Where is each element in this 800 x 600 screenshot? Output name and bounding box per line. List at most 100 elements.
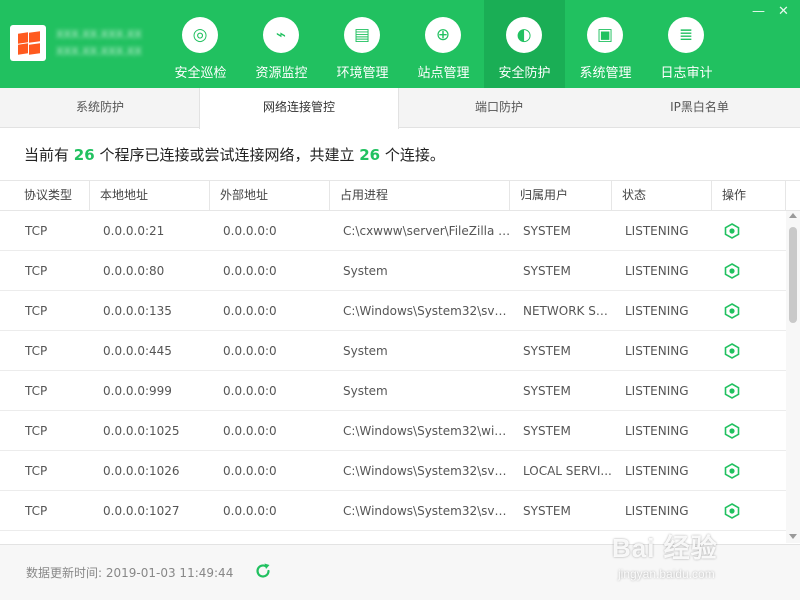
nav-item-label: 站点管理 <box>417 66 470 81</box>
update-time-label: 数据更新时间: <box>26 566 103 580</box>
cell-state: LISTENING <box>625 464 689 478</box>
cell-process: System <box>343 264 388 278</box>
nav-item-label: 日志审计 <box>660 66 713 81</box>
system-monitor-icon: ▣ <box>587 17 623 53</box>
column-header-state[interactable]: 状态 <box>612 181 712 211</box>
nav-item-label: 安全防护 <box>498 66 551 81</box>
cell-process: System <box>343 384 388 398</box>
connection-count: 26 <box>359 146 381 164</box>
nav-item-radar-scan[interactable]: ◎ 安全巡检 <box>160 0 241 88</box>
tab-network-connection-control[interactable]: 网络连接管控 <box>199 88 399 129</box>
nav-item-shield[interactable]: ◐ 安全防护 <box>484 0 565 88</box>
cell-local-address: 0.0.0.0:445 <box>103 344 172 358</box>
cell-remote-address: 0.0.0.0:0 <box>223 384 277 398</box>
cell-user: LOCAL SERVI... <box>523 464 612 478</box>
minimize-button[interactable]: — <box>752 4 765 19</box>
cell-local-address: 0.0.0.0:135 <box>103 304 172 318</box>
summary-middle: 个程序已连接或尝试连接网络，共建立 <box>99 146 355 164</box>
radar-scan-icon: ◎ <box>182 17 218 53</box>
table-row[interactable]: TCP 0.0.0.0:80 0.0.0.0:0 System SYSTEM LISTEN… <box>0 251 786 291</box>
tab-system-protection[interactable]: 系统防护 <box>0 88 200 128</box>
table-row[interactable]: TCP 0.0.0.0:135 0.0.0.0:0 C:\Windows\System… <box>0 291 786 331</box>
cell-protocol: TCP <box>25 464 48 478</box>
shield-icon: ◐ <box>506 17 542 53</box>
column-header-local-address[interactable]: 本地地址 <box>90 181 210 211</box>
globe-icon: ⊕ <box>425 17 461 53</box>
cell-process: C:\cxwww\server\FileZilla S... <box>343 224 511 238</box>
update-time-value: 2019-01-03 11:49:44 <box>105 566 234 580</box>
cell-process: System <box>343 344 388 358</box>
main-nav: ◎ 安全巡检 ⌁ 资源监控 ▤ 环境管理 ⊕ 站点管理 ◐ 安全防护 ▣ 系统管理 ≣ 日志审计 <box>160 0 727 88</box>
settings-hexagon-icon[interactable] <box>724 503 740 519</box>
summary-prefix: 当前有 <box>24 146 70 164</box>
program-count: 26 <box>73 146 95 164</box>
cell-process: C:\Windows\System32\wini... <box>343 424 511 438</box>
nav-item-label: 资源监控 <box>255 66 308 81</box>
settings-hexagon-icon[interactable] <box>724 223 740 239</box>
column-header-process[interactable]: 占用进程 <box>330 181 510 211</box>
cell-process: C:\Windows\System32\svch... <box>343 464 511 478</box>
cell-user: SYSTEM <box>523 264 571 278</box>
cell-protocol: TCP <box>25 304 48 318</box>
cell-remote-address: 0.0.0.0:0 <box>223 344 277 358</box>
nav-item-server-stack[interactable]: ▤ 环境管理 <box>322 0 403 88</box>
table-row[interactable]: TCP 0.0.0.0:445 0.0.0.0:0 System SYSTEM LISTE… <box>0 331 786 371</box>
cell-user: SYSTEM <box>523 224 571 238</box>
scroll-down-arrow-icon[interactable] <box>789 534 797 539</box>
cell-local-address: 0.0.0.0:1027 <box>103 504 180 518</box>
scroll-thumb[interactable] <box>789 227 797 323</box>
column-header-protocol[interactable]: 协议类型 <box>14 181 90 211</box>
settings-hexagon-icon[interactable] <box>724 463 740 479</box>
tab-bar: 系统防护 网络连接管控 端口防护 IP黑白名单 <box>0 88 800 129</box>
table-row[interactable]: TCP 0.0.0.0:1026 0.0.0.0:0 C:\Windows\Syste… <box>0 451 786 491</box>
cell-process: C:\Windows\System32\svch... <box>343 504 511 518</box>
nav-item-label: 安全巡检 <box>174 66 227 81</box>
tab-ip-blacklist-whitelist[interactable]: IP黑白名单 <box>599 88 800 128</box>
summary-suffix: 个连接。 <box>384 146 445 164</box>
settings-hexagon-icon[interactable] <box>724 343 740 359</box>
top-header: XXX.XX.XXX.XX XXX.XX.XXX.XX ◎ 安全巡检 ⌁ 资源监控 ▤ 环… <box>0 0 800 88</box>
cell-local-address: 0.0.0.0:21 <box>103 224 165 238</box>
cell-local-address: 0.0.0.0:999 <box>103 384 172 398</box>
nav-item-document[interactable]: ≣ 日志审计 <box>646 0 727 88</box>
watermark-line-1: Bai 经验 <box>612 533 718 563</box>
table-header: 协议类型 本地地址 外部地址 占用进程 归属用户 状态 操作 <box>0 180 800 211</box>
cell-protocol: TCP <box>25 264 48 278</box>
table-row[interactable]: TCP 0.0.0.0:1027 0.0.0.0:0 C:\Windows\Syste… <box>0 491 786 531</box>
cell-protocol: TCP <box>25 504 48 518</box>
baidu-jingyan-watermark: Bai 经验 jingyan.baidu.com <box>612 528 718 581</box>
server-info-line: XXX.XX.XXX.XX <box>56 45 142 58</box>
nav-item-globe[interactable]: ⊕ 站点管理 <box>403 0 484 88</box>
connection-summary: 当前有 26 个程序已连接或尝试连接网络，共建立 26 个连接。 <box>24 144 445 165</box>
table-row[interactable]: TCP 0.0.0.0:1025 0.0.0.0:0 C:\Windows\Syste… <box>0 411 786 451</box>
cell-protocol: TCP <box>25 384 48 398</box>
table-scrollbar[interactable] <box>786 211 800 543</box>
nav-item-system-monitor[interactable]: ▣ 系统管理 <box>565 0 646 88</box>
refresh-icon[interactable] <box>254 562 272 580</box>
column-header-remote-address[interactable]: 外部地址 <box>210 181 330 211</box>
settings-hexagon-icon[interactable] <box>724 303 740 319</box>
watermark-line-2: jingyan.baidu.com <box>618 567 715 581</box>
column-header-user[interactable]: 归属用户 <box>510 181 612 211</box>
cell-protocol: TCP <box>25 344 48 358</box>
settings-hexagon-icon[interactable] <box>724 423 740 439</box>
nav-item-monitor-chart[interactable]: ⌁ 资源监控 <box>241 0 322 88</box>
table-row[interactable]: TCP 0.0.0.0:21 0.0.0.0:0 C:\cxwww\server\Fi… <box>0 211 786 251</box>
cell-state: LISTENING <box>625 504 689 518</box>
tab-port-protection[interactable]: 端口防护 <box>399 88 599 128</box>
cell-remote-address: 0.0.0.0:0 <box>223 464 277 478</box>
table-row[interactable]: TCP 0.0.0.0:999 0.0.0.0:0 System SYSTEM LISTE… <box>0 371 786 411</box>
scroll-up-arrow-icon[interactable] <box>789 213 797 218</box>
settings-hexagon-icon[interactable] <box>724 383 740 399</box>
cell-remote-address: 0.0.0.0:0 <box>223 224 277 238</box>
server-info-line: XXX.XX.XXX.XX <box>56 28 142 41</box>
cell-state: LISTENING <box>625 344 689 358</box>
cell-state: LISTENING <box>625 264 689 278</box>
close-button[interactable]: ✕ <box>778 4 789 19</box>
server-stack-icon: ▤ <box>344 17 380 53</box>
cell-remote-address: 0.0.0.0:0 <box>223 424 277 438</box>
app-logo <box>10 25 46 61</box>
settings-hexagon-icon[interactable] <box>724 263 740 279</box>
column-header-action: 操作 <box>712 181 786 211</box>
cell-state: LISTENING <box>625 304 689 318</box>
